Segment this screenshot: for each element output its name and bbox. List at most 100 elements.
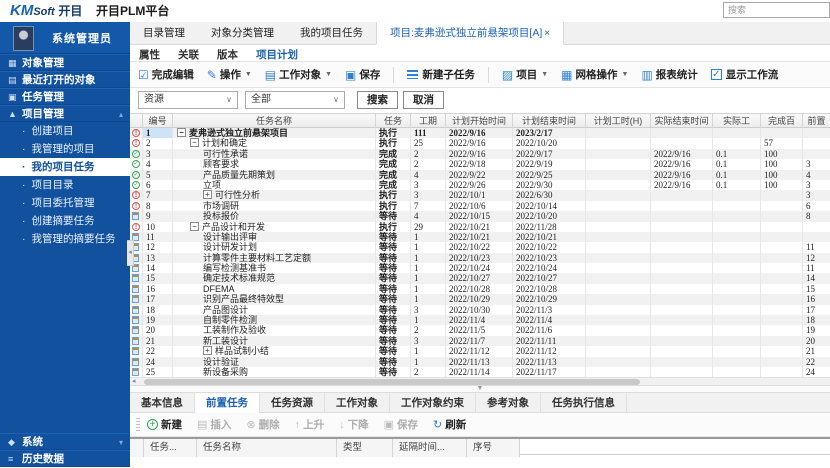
table-row[interactable]: !10−产品设计和开发执行292022/10/212022/11/28 <box>130 222 830 232</box>
sidebar-section-最近打开的对象[interactable]: ▤最近打开的对象 <box>0 71 130 88</box>
detail-column-header-任务名称[interactable]: 任务名称 <box>197 439 337 457</box>
table-row[interactable]: !8市场调研执行72022/10/62022/10/146 <box>130 201 830 211</box>
sidebar-collapse-handle[interactable]: ◂ <box>127 240 134 266</box>
expand-toggle-icon[interactable]: + <box>203 346 212 355</box>
table-row[interactable]: 16DFEMA等待12022/10/282022/10/2815 <box>130 284 830 294</box>
插入-button: ▤插入 <box>197 417 231 432</box>
detail-column-header-blank[interactable] <box>130 439 144 457</box>
table-row[interactable]: ✓3可行性承诺完成22022/9/162022/9/172022/9/160.1… <box>130 149 830 159</box>
tab-我的项目任务[interactable]: 我的项目任务 <box>287 22 376 45</box>
splitter-collapse-icon[interactable]: ▼ <box>130 386 830 392</box>
detail-tab-参考对象[interactable]: 参考对象 <box>476 393 541 413</box>
sidebar-item-我管理的项目[interactable]: ·我管理的项目 <box>0 140 130 158</box>
sidebar-item-创建项目[interactable]: ·创建项目 <box>0 122 130 140</box>
detail-column-header-序号[interactable]: 序号 <box>467 439 520 457</box>
user-row[interactable]: 系统管理员 <box>0 22 130 54</box>
网格操作-button[interactable]: ▦网格操作▼ <box>561 67 628 82</box>
sidebar-section-任务管理[interactable]: ▣任务管理 <box>0 88 130 105</box>
table-row[interactable]: 22+样品试制小结等待12022/11/122022/11/1221 <box>130 346 830 356</box>
column-header-完成百[interactable]: 完成百 <box>761 114 803 129</box>
tab-目录管理[interactable]: 目录管理 <box>130 22 198 45</box>
工作对象-button[interactable]: ▤工作对象▼ <box>265 67 332 82</box>
table-row[interactable]: 14编写检测基准书等待12022/10/242022/10/2411 <box>130 263 830 273</box>
detail-column-header-任务...[interactable]: 任务... <box>144 439 197 457</box>
table-row[interactable]: !1−麦弗逊式独立前悬架项目执行1112022/9/162023/2/17 <box>130 128 830 138</box>
table-row[interactable]: ✓6立项完成32022/9/262022/9/302022/9/160.1100… <box>130 180 830 190</box>
detail-tab-任务执行信息[interactable]: 任务执行信息 <box>541 393 627 413</box>
table-row[interactable]: 11设计输出评审等待12022/10/212022/10/21 <box>130 232 830 242</box>
table-row[interactable]: 9投标报价等待42022/10/152022/10/208 <box>130 211 830 221</box>
table-row[interactable]: ✓4顾客要求完成22022/9/182022/9/192022/9/160.11… <box>130 159 830 169</box>
column-header-计划工时(H)[interactable]: 计划工时(H) <box>586 114 651 129</box>
cell-duration: 1 <box>411 263 446 273</box>
complete-icon: ✓ <box>132 160 140 168</box>
table-row[interactable]: 24设计验证等待12022/11/132022/11/1322 <box>130 357 830 367</box>
detail-tab-前置任务[interactable]: 前置任务 <box>195 393 260 413</box>
sidebar-section-项目管理[interactable]: ▲项目管理▴ <box>0 105 130 122</box>
cell-number: 18 <box>143 305 173 315</box>
global-search-input[interactable] <box>723 2 830 18</box>
expand-toggle-icon[interactable]: − <box>190 222 199 231</box>
resource-filter-select[interactable]: 资源 ∨ <box>138 91 238 109</box>
cell-duration: 2 <box>411 325 446 335</box>
scope-filter-select[interactable]: 全部 ∨ <box>245 91 345 109</box>
tab-项目:麦弗逊式独立前悬架项目[A][interactable]: 项目:麦弗逊式独立前悬架项目[A]× <box>376 22 564 45</box>
cancel-button[interactable]: 取消 <box>403 91 444 109</box>
column-header-计划开始时间[interactable]: 计划开始时间 <box>446 114 513 129</box>
sidebar-item-我的项目任务[interactable]: ·我的项目任务 <box>0 158 130 176</box>
horizontal-scrollbar[interactable]: ◂ <box>130 377 830 385</box>
table-row[interactable]: 25新设备采购等待22022/11/142022/11/1724 <box>130 367 830 377</box>
sidebar-item-创建摘要任务[interactable]: ·创建摘要任务 <box>0 212 130 230</box>
sidebar-section-系统[interactable]: ◆系统▾ <box>0 433 130 450</box>
table-row[interactable]: 20工装制作及验收等待22022/11/52022/11/619 <box>130 325 830 335</box>
column-header-任务名称[interactable]: 任务名称 <box>173 114 376 129</box>
操作-button[interactable]: ✎操作▼ <box>207 67 252 82</box>
新建-button[interactable]: +新建 <box>147 417 182 432</box>
column-header-任务[interactable]: 任务 <box>376 114 411 129</box>
detail-tab-基本信息[interactable]: 基本信息 <box>130 393 195 413</box>
workflow-checkbox[interactable]: ✓显示工作流 <box>711 67 779 82</box>
table-row[interactable]: ✓5产品质量先期策划完成42022/9/222022/9/252022/9/16… <box>130 170 830 180</box>
table-row[interactable]: !7+可行性分析执行32022/10/12022/6/303 <box>130 190 830 200</box>
column-header-实际结束时间[interactable]: 实际结束时间 <box>651 114 713 129</box>
toolbar-drag-handle[interactable] <box>136 418 140 432</box>
table-row[interactable]: 15确定技术标准规范等待12022/10/272022/10/2714 <box>130 273 830 283</box>
expand-toggle-icon[interactable]: − <box>190 138 199 147</box>
sidebar-item-项目委托管理[interactable]: ·项目委托管理 <box>0 194 130 212</box>
sidebar-section-历史数据[interactable]: ≡历史数据 <box>0 450 130 467</box>
detail-tab-任务资源[interactable]: 任务资源 <box>260 393 325 413</box>
column-header-icon[interactable] <box>130 114 143 129</box>
cell-task-name: 计算零件主要材料工艺定额 <box>173 253 376 263</box>
tab-对象分类管理[interactable]: 对象分类管理 <box>198 22 287 45</box>
detail-column-header-类型[interactable]: 类型 <box>337 439 393 457</box>
刷新-button[interactable]: ↻刷新 <box>433 417 466 432</box>
sidebar-item-项目目录[interactable]: ·项目目录 <box>0 176 130 194</box>
table-row[interactable]: 12设计研发计划等待12022/10/222022/10/2211 <box>130 242 830 252</box>
column-header-计划结束时间[interactable]: 计划结束时间 <box>513 114 586 129</box>
新建子任务-button[interactable]: 新建子任务 <box>407 67 475 82</box>
detail-tab-工作对象约束[interactable]: 工作对象约束 <box>390 393 476 413</box>
column-header-前置[interactable]: 前置 <box>803 114 830 129</box>
expand-toggle-icon[interactable]: + <box>203 190 212 199</box>
detail-tab-工作对象[interactable]: 工作对象 <box>325 393 390 413</box>
sidebar-item-我管理的摘要任务[interactable]: ·我管理的摘要任务 <box>0 230 130 248</box>
报表统计-button[interactable]: ▥报表统计 <box>641 67 697 82</box>
table-row[interactable]: 18产品图设计等待32022/10/302022/11/317 <box>130 305 830 315</box>
保存-button[interactable]: ▣保存 <box>345 67 380 82</box>
column-header-实际工[interactable]: 实际工 <box>713 114 761 129</box>
table-row[interactable]: 17识别产品最终特效型等待12022/10/292022/10/2916 <box>130 294 830 304</box>
close-icon[interactable]: × <box>544 28 550 39</box>
detail-column-header-延隔时间...[interactable]: 延隔时间... <box>393 439 467 457</box>
table-row[interactable]: 21新工装设计等待32022/11/72022/11/1120 <box>130 336 830 346</box>
table-row[interactable]: 19自制零件检测等待12022/11/42022/11/418 <box>130 315 830 325</box>
expand-toggle-icon[interactable]: − <box>177 128 186 137</box>
column-header-编号[interactable]: 编号 <box>143 114 173 129</box>
table-row[interactable]: 13计算零件主要材料工艺定额等待12022/10/232022/10/2312 <box>130 253 830 263</box>
项目-button[interactable]: ▨项目▼ <box>502 67 548 82</box>
column-header-工期[interactable]: 工期 <box>411 114 446 129</box>
search-button[interactable]: 搜索 <box>357 91 398 109</box>
完成编辑-button[interactable]: ☑完成编辑 <box>138 67 194 82</box>
sidebar-section-对象管理[interactable]: ▦对象管理 <box>0 54 130 71</box>
panel-splitter[interactable]: ▼ <box>130 385 830 393</box>
table-row[interactable]: !2−计划和确定执行252022/9/162022/10/2057 <box>130 138 830 148</box>
